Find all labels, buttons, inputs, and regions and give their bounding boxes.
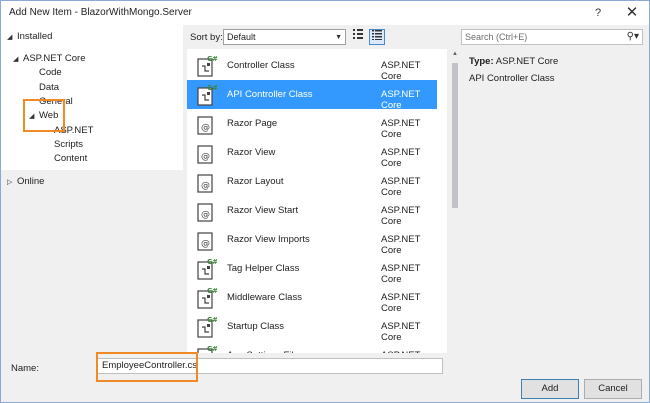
list-view-icon: [372, 30, 382, 40]
template-item-category: ASP.NET Core: [381, 147, 421, 169]
name-label: Name:: [11, 363, 39, 374]
template-item-name: API Controller Class: [227, 89, 313, 100]
template-item[interactable]: @ Razor View Imports ASP.NET Core: [187, 225, 437, 256]
template-item[interactable]: @ Razor View ASP.NET Core: [187, 138, 437, 169]
template-item[interactable]: C# Tag Helper Class ASP.NET Core: [187, 254, 437, 285]
expand-triangle-icon[interactable]: ▷: [7, 176, 17, 190]
template-item[interactable]: @ Razor View Start ASP.NET Core: [187, 196, 437, 227]
tree-node-content[interactable]: Content: [54, 152, 87, 166]
template-item-category: ASP.NET Core: [381, 205, 421, 227]
svg-text:C#: C#: [207, 287, 217, 295]
template-item-category: ASP.NET Core: [381, 176, 421, 198]
template-item-category: ASP.NET Core: [381, 60, 421, 82]
template-item-category: ASP.NET Core: [381, 350, 437, 353]
razor-icon: @: [195, 199, 217, 222]
add-button[interactable]: Add: [521, 379, 579, 399]
csharp-class-icon: C#: [195, 83, 218, 106]
template-item-name: App Settings File: [227, 350, 299, 353]
razor-icon: @: [195, 170, 217, 193]
csharp-class-icon: C#: [195, 54, 218, 77]
scroll-up-icon[interactable]: ▲: [450, 51, 460, 57]
tree-node-data[interactable]: Data: [39, 81, 59, 95]
csharp-class-icon: C#: [195, 344, 218, 353]
template-item-name: Middleware Class: [227, 292, 302, 303]
collapse-triangle-icon[interactable]: ◢: [13, 53, 23, 67]
template-item-name: Tag Helper Class: [227, 263, 300, 274]
razor-icon: @: [195, 228, 217, 251]
template-item-name: Razor View Start: [227, 205, 299, 216]
tree-node-online[interactable]: ▷ Online: [7, 175, 44, 189]
csharp-class-icon: C#: [195, 315, 218, 338]
name-highlight-box: [96, 352, 198, 382]
svg-text:C#: C#: [207, 84, 217, 92]
collapse-triangle-icon[interactable]: ◢: [7, 31, 17, 45]
template-item[interactable]: C# API Controller Class ASP.NET Core: [187, 80, 437, 111]
template-item-category: ASP.NET Core: [381, 118, 421, 140]
grid-view-icon: [353, 29, 363, 39]
svg-text:C#: C#: [207, 55, 217, 63]
template-item-category: ASP.NET Core: [381, 263, 421, 285]
template-item[interactable]: @ Razor Page ASP.NET Core: [187, 109, 437, 140]
type-info: Type: ASP.NET Core: [469, 56, 559, 67]
help-button[interactable]: ?: [585, 3, 611, 23]
tree-node-scripts[interactable]: Scripts: [54, 138, 83, 152]
svg-text:@: @: [201, 181, 210, 191]
svg-text:C#: C#: [207, 316, 217, 324]
tree-node-aspnet-core[interactable]: ◢ ASP.NET Core: [13, 52, 85, 66]
svg-text:@: @: [201, 152, 210, 162]
svg-text:@: @: [201, 123, 210, 133]
template-item-name: Startup Class: [227, 321, 285, 332]
svg-text:@: @: [201, 210, 210, 220]
template-item-name: Razor Page: [227, 118, 278, 129]
svg-text:C#: C#: [207, 258, 217, 266]
template-item-category: ASP.NET Core: [381, 89, 421, 111]
csharp-class-icon: C#: [195, 286, 218, 309]
template-item-name: Razor View Imports: [227, 234, 310, 245]
template-list: C# Controller Class ASP.NET Core C# API Cont…: [187, 49, 447, 353]
template-item-category: ASP.NET Core: [381, 234, 421, 256]
template-list-scrollbar[interactable]: ▲: [450, 49, 460, 353]
template-description: API Controller Class: [469, 73, 555, 84]
template-item[interactable]: C# App Settings File ASP.NET Core: [187, 341, 437, 353]
tree-node-installed[interactable]: ◢ Installed: [7, 30, 52, 44]
window-title: Add New Item - BlazorWithMongo.Server: [9, 7, 192, 18]
template-item[interactable]: C# Middleware Class ASP.NET Core: [187, 283, 437, 314]
list-view-button[interactable]: [369, 29, 385, 45]
svg-text:C#: C#: [207, 345, 217, 353]
template-item-name: Razor View: [227, 147, 276, 158]
scroll-thumb[interactable]: [452, 63, 458, 208]
search-icon[interactable]: ⚲▾: [627, 30, 639, 44]
web-highlight-box: [23, 99, 65, 132]
grid-view-button[interactable]: [350, 29, 366, 45]
sort-by-label: Sort by:: [190, 32, 223, 43]
installed-tree: [1, 25, 183, 170]
template-item[interactable]: C# Startup Class ASP.NET Core: [187, 312, 437, 343]
template-item-category: ASP.NET Core: [381, 292, 421, 314]
search-input[interactable]: Search (Ctrl+E) ⚲▾: [461, 29, 643, 45]
chevron-down-icon: ▼: [335, 34, 342, 41]
sort-by-dropdown[interactable]: Default ▼: [223, 29, 346, 45]
template-item-name: Controller Class: [227, 60, 295, 71]
razor-icon: @: [195, 141, 217, 164]
template-item-name: Razor Layout: [227, 176, 284, 187]
csharp-class-icon: C#: [195, 257, 218, 280]
template-item[interactable]: @ Razor Layout ASP.NET Core: [187, 167, 437, 198]
close-button[interactable]: ✕: [619, 3, 645, 23]
template-item-category: ASP.NET Core: [381, 321, 421, 343]
tree-node-code[interactable]: Code: [39, 66, 62, 80]
razor-icon: @: [195, 112, 217, 135]
title-bar: Add New Item - BlazorWithMongo.Server ? …: [1, 1, 649, 25]
svg-text:@: @: [201, 239, 210, 249]
cancel-button[interactable]: Cancel: [584, 379, 642, 399]
add-new-item-dialog: Add New Item - BlazorWithMongo.Server ? …: [0, 0, 650, 403]
template-item[interactable]: C# Controller Class ASP.NET Core: [187, 51, 437, 82]
